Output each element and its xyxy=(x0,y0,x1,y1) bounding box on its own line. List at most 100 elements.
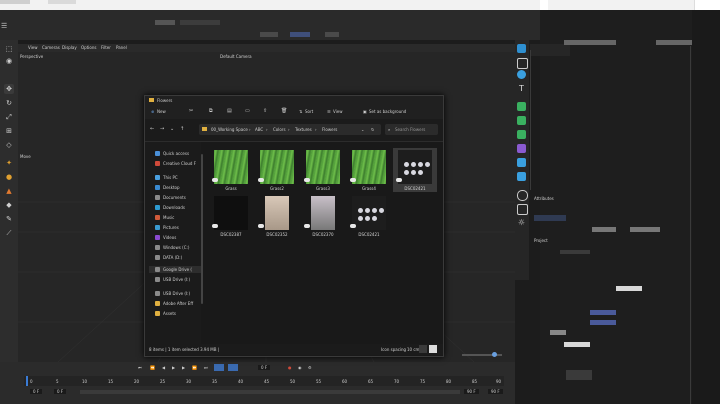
nav-item[interactable]: Adobe After Eff xyxy=(149,300,201,307)
mograph-icon[interactable] xyxy=(517,130,526,139)
nav-item[interactable]: Desktop xyxy=(149,184,201,191)
rename-icon[interactable]: ▭ xyxy=(245,108,250,114)
explorer-titlebar[interactable]: Flowers xyxy=(145,96,443,105)
live-select-icon[interactable]: ◉ xyxy=(4,56,14,66)
nav-item[interactable]: Assets xyxy=(149,310,201,317)
nav-item[interactable]: This PC xyxy=(149,174,201,181)
camera-icon[interactable] xyxy=(517,204,528,215)
menu-view[interactable]: View xyxy=(28,45,38,50)
field[interactable] xyxy=(590,310,616,315)
nav-item[interactable]: Creative Cloud F xyxy=(149,160,201,167)
search-box[interactable]: ⌕ Search Flowers xyxy=(385,124,438,135)
nav-item[interactable]: Videos xyxy=(149,234,201,241)
dropdown-icon[interactable]: ⌄ xyxy=(361,127,364,132)
cloner-icon[interactable] xyxy=(517,116,526,125)
spline-icon[interactable] xyxy=(517,58,528,69)
move-tool-icon[interactable]: ✥ xyxy=(4,84,14,94)
sphere-icon[interactable] xyxy=(517,70,526,79)
polygon-icon[interactable]: ◆ xyxy=(4,200,14,210)
deformer-icon[interactable] xyxy=(517,144,526,153)
next-key-icon[interactable]: ⏩ xyxy=(192,365,197,370)
cube-icon[interactable] xyxy=(517,44,526,53)
delete-icon[interactable]: 🗑 xyxy=(281,108,287,114)
scene-icon[interactable] xyxy=(517,172,526,181)
go-start-icon[interactable]: ⏮ xyxy=(138,365,142,370)
text-icon[interactable]: T xyxy=(517,84,526,93)
nav-item[interactable]: USB Drive (I:) xyxy=(149,276,201,283)
file-item[interactable]: Grass3 xyxy=(301,148,345,192)
current-frame-field[interactable]: 0 F xyxy=(258,365,271,370)
light-icon[interactable]: ✦ xyxy=(4,158,14,168)
object-icon[interactable]: ◇ xyxy=(4,140,14,150)
breadcrumb-2[interactable]: Colors xyxy=(273,127,286,132)
forward-icon[interactable]: → xyxy=(160,126,164,132)
prev-key-icon[interactable]: ⏪ xyxy=(150,365,155,370)
file-item[interactable]: DSC02387 xyxy=(209,194,253,238)
set-background-button[interactable]: ▣ Set as background xyxy=(363,108,419,116)
paste-icon[interactable]: ▤ xyxy=(227,108,232,114)
menu-options[interactable]: Options xyxy=(81,45,96,50)
next-frame-icon[interactable]: ▶ xyxy=(182,365,185,370)
file-item[interactable]: DSC02421 xyxy=(347,194,391,238)
record-keys-button[interactable] xyxy=(214,364,224,371)
record-icon[interactable]: ● xyxy=(288,365,292,370)
nav-item[interactable]: Quick access xyxy=(149,150,201,157)
settings-icon[interactable]: ⚙ xyxy=(308,365,312,370)
generator-icon[interactable] xyxy=(517,102,526,111)
breadcrumb-4[interactable]: Flowers xyxy=(322,127,337,132)
point-icon[interactable]: ● xyxy=(4,172,14,182)
knife-icon[interactable]: ⟋ xyxy=(4,228,14,238)
address-bar[interactable]: 00_Working Space › ABC › Colors › Textur… xyxy=(199,124,381,135)
details-view-button[interactable] xyxy=(419,345,427,353)
nav-item[interactable]: Documents xyxy=(149,194,201,201)
prev-frame-icon[interactable]: ◀ xyxy=(162,365,165,370)
menu-cameras[interactable]: Cameras xyxy=(42,45,60,50)
menu-icon[interactable]: ☰ xyxy=(1,22,11,30)
cut-icon[interactable]: ✂ xyxy=(189,108,193,114)
view-button[interactable]: ☰ View xyxy=(327,108,349,116)
scale-tool-icon[interactable]: ⤢ xyxy=(4,112,14,122)
transform-icon[interactable]: ⊞ xyxy=(4,126,14,136)
select-tool-icon[interactable]: ⬚ xyxy=(4,44,14,54)
attr-tab[interactable] xyxy=(534,215,566,221)
end-frame-field[interactable]: 90 F xyxy=(488,389,503,394)
start-frame-field[interactable]: 0 F xyxy=(30,389,43,394)
frame-range-slider[interactable] xyxy=(80,390,460,394)
sort-button[interactable]: ⇅ Sort xyxy=(299,108,321,116)
preview-end-field[interactable]: 90 F xyxy=(464,389,479,394)
large-icons-view-button[interactable] xyxy=(429,345,437,353)
edge-icon[interactable]: ▲ xyxy=(4,186,14,196)
file-item[interactable]: Grass xyxy=(209,148,253,192)
field[interactable] xyxy=(560,250,590,254)
brush-icon[interactable]: ✎ xyxy=(4,214,14,224)
nav-item[interactable]: Windows (C:) xyxy=(149,244,201,251)
file-item[interactable]: DSC02421 xyxy=(393,148,437,192)
refresh-icon[interactable]: ↻ xyxy=(371,127,374,132)
back-icon[interactable]: ← xyxy=(150,126,154,132)
rotate-tool-icon[interactable]: ↻ xyxy=(4,98,14,108)
breadcrumb-1[interactable]: ABC xyxy=(255,127,263,132)
field-icon[interactable] xyxy=(517,158,526,167)
copy-icon[interactable]: ⧉ xyxy=(209,108,213,114)
environment-icon[interactable] xyxy=(517,190,528,201)
menu-filter[interactable]: Filter xyxy=(101,45,111,50)
nav-item[interactable]: Music xyxy=(149,214,201,221)
menu-display[interactable]: Display xyxy=(62,45,77,50)
file-item[interactable]: Grass2 xyxy=(255,148,299,192)
nav-item[interactable]: Pictures xyxy=(149,224,201,231)
file-item[interactable]: Grass4 xyxy=(347,148,391,192)
preview-start-field[interactable]: 0 F xyxy=(54,389,67,394)
key-icon[interactable]: ◉ xyxy=(298,365,302,370)
field[interactable] xyxy=(566,370,592,380)
field[interactable] xyxy=(590,320,616,325)
field[interactable] xyxy=(616,286,642,291)
nav-item[interactable]: Downloads xyxy=(149,204,201,211)
menu-panel[interactable]: Panel xyxy=(116,45,127,50)
breadcrumb-0[interactable]: 00_Working Space xyxy=(211,127,248,132)
file-item[interactable]: DSC02370 xyxy=(301,194,345,238)
auto-key-button[interactable] xyxy=(228,364,238,371)
timeline-ruler[interactable]: 0 5 10 15 20 25 30 35 40 45 50 55 60 65 … xyxy=(24,376,504,386)
nav-item[interactable]: Google Drive ( xyxy=(149,266,201,273)
go-end-icon[interactable]: ⏭ xyxy=(204,365,208,370)
file-item[interactable]: DSC02352 xyxy=(255,194,299,238)
